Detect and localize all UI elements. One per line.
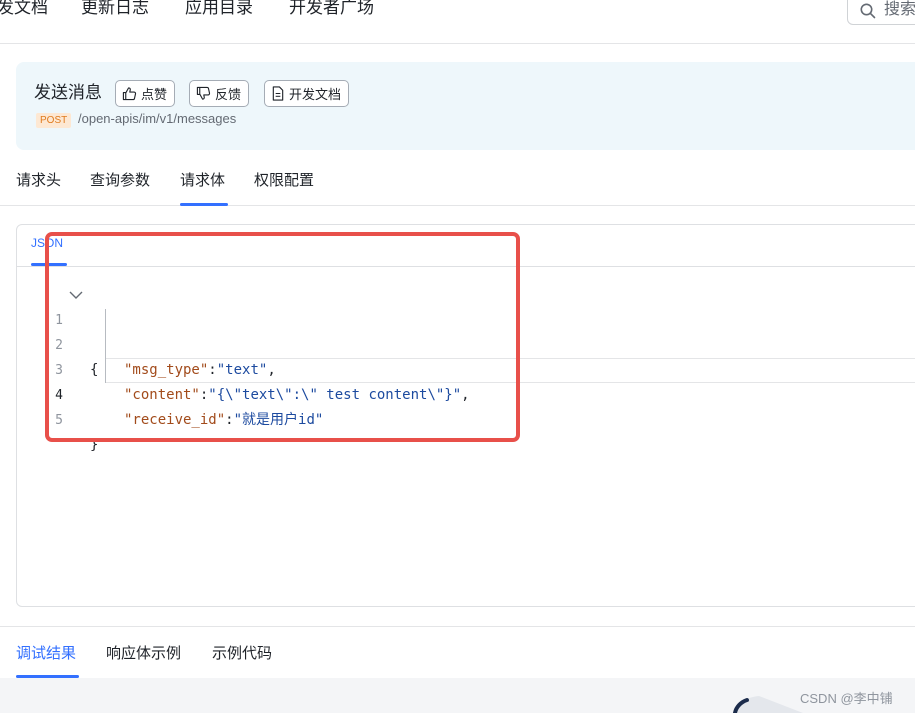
json-key: "receive_id" [124,412,226,428]
nav-item-changelog[interactable]: 更新日志 [81,0,149,21]
code-line: 4 "receive_id":"就是用户id" [17,358,915,428]
tab-request-headers[interactable]: 请求头 [16,169,61,190]
nav-item-developer-square[interactable]: 开发者广场 [289,0,374,21]
chevron-down-icon[interactable] [69,290,83,300]
http-method-badge: POST [36,113,72,128]
docs-button[interactable]: 开发文档 [264,80,350,107]
code-line: 2 "msg_type":"text", [17,308,915,378]
code-line: 1 { [17,283,915,378]
tab-permission-config[interactable]: 权限配置 [254,169,314,190]
top-navigation: 发文档 更新日志 应用目录 开发者广场 [0,0,915,44]
code-line: 3 "content":"{\"text\":\" test content\"… [17,333,915,403]
nav-item-docs[interactable]: 发文档 [0,0,48,21]
like-button[interactable]: 点赞 [115,80,176,107]
code-line: 5 } [17,383,915,453]
thumbs-up-icon [122,87,137,101]
api-title: 发送消息 [34,83,102,103]
api-path: /open-apis/im/v1/messages [78,111,237,126]
nav-item-app-directory[interactable]: 应用目录 [185,0,253,21]
json-value: "就是用户id" [233,412,324,428]
active-tab-indicator [180,203,228,206]
document-icon [272,86,284,101]
json-tab-indicator [31,263,67,266]
code-brace-close: } [90,437,99,453]
line-number: 5 [55,413,63,428]
search-input[interactable] [884,0,915,18]
feedback-button[interactable]: 反馈 [189,80,250,107]
tab-request-body[interactable]: 请求体 [180,169,225,190]
search-box[interactable] [847,0,915,25]
tab-query-params[interactable]: 查询参数 [90,169,150,190]
tab-response-example[interactable]: 响应体示例 [106,642,181,663]
api-header-card: 发送消息 点赞 反馈 开发文档 POST /open-apis/im/v1/me… [16,62,915,150]
like-button-label: 点赞 [141,88,168,103]
search-icon [860,3,876,19]
code-editor[interactable]: 1 { 2 "msg_type":"text", 3 "content":"{\… [17,283,915,453]
request-tabs: 请求头 查询参数 请求体 权限配置 [0,160,915,206]
result-tabs: 调试结果 响应体示例 示例代码 [0,626,915,678]
docs-button-label: 开发文档 [289,88,342,103]
tab-json[interactable]: JSON [31,236,63,250]
thumbs-down-icon [196,86,211,100]
watermark-text: CSDN @李中铺 [800,691,893,706]
editor-tabbar: JSON [17,225,915,267]
feedback-button-label: 反馈 [215,88,242,103]
json-editor-panel: JSON 1 { 2 "msg_type":"text", 3 "content… [16,224,915,607]
tab-sample-code[interactable]: 示例代码 [212,642,272,663]
tab-debug-result[interactable]: 调试结果 [16,642,76,663]
